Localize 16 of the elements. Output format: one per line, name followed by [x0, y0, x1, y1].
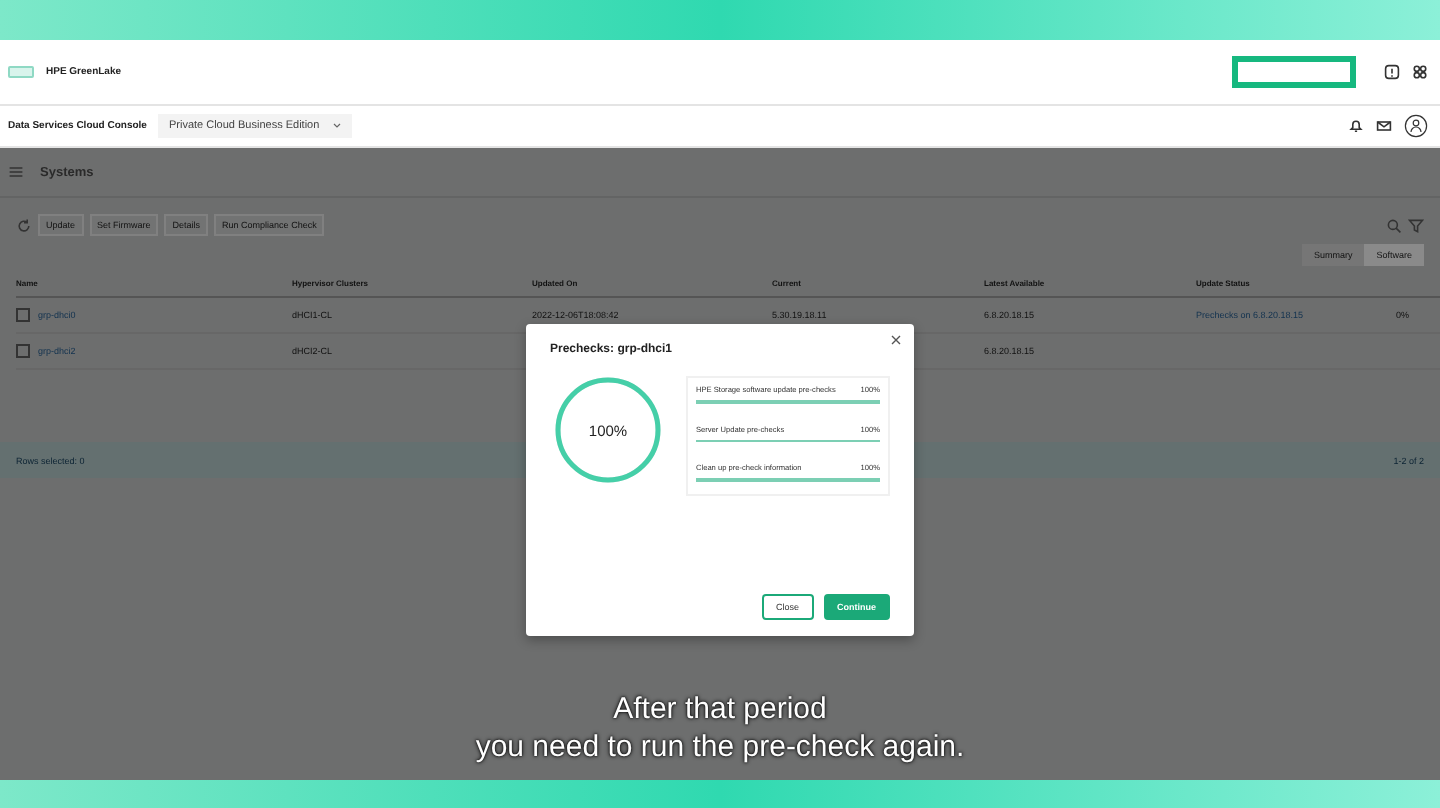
refresh-icon[interactable]: [16, 217, 32, 233]
row-checkbox[interactable]: [16, 308, 30, 322]
search-icon[interactable]: [1386, 217, 1402, 233]
apps-icon[interactable]: [1412, 64, 1428, 80]
envelope-icon[interactable]: [1376, 118, 1392, 134]
highlight-rectangle: [1232, 56, 1356, 88]
caret-icon: [331, 120, 342, 130]
help-icon[interactable]: [1384, 64, 1400, 80]
close-icon[interactable]: [888, 332, 904, 348]
subtitle-line: you need to run the pre-check again.: [475, 728, 965, 766]
brand-logo: [8, 66, 34, 78]
filter-icon[interactable]: [1408, 217, 1424, 233]
bell-icon[interactable]: [1348, 118, 1364, 134]
user-icon[interactable]: [1404, 114, 1428, 138]
subtitle-line: After that period: [613, 690, 827, 728]
row-checkbox[interactable]: [16, 344, 30, 358]
